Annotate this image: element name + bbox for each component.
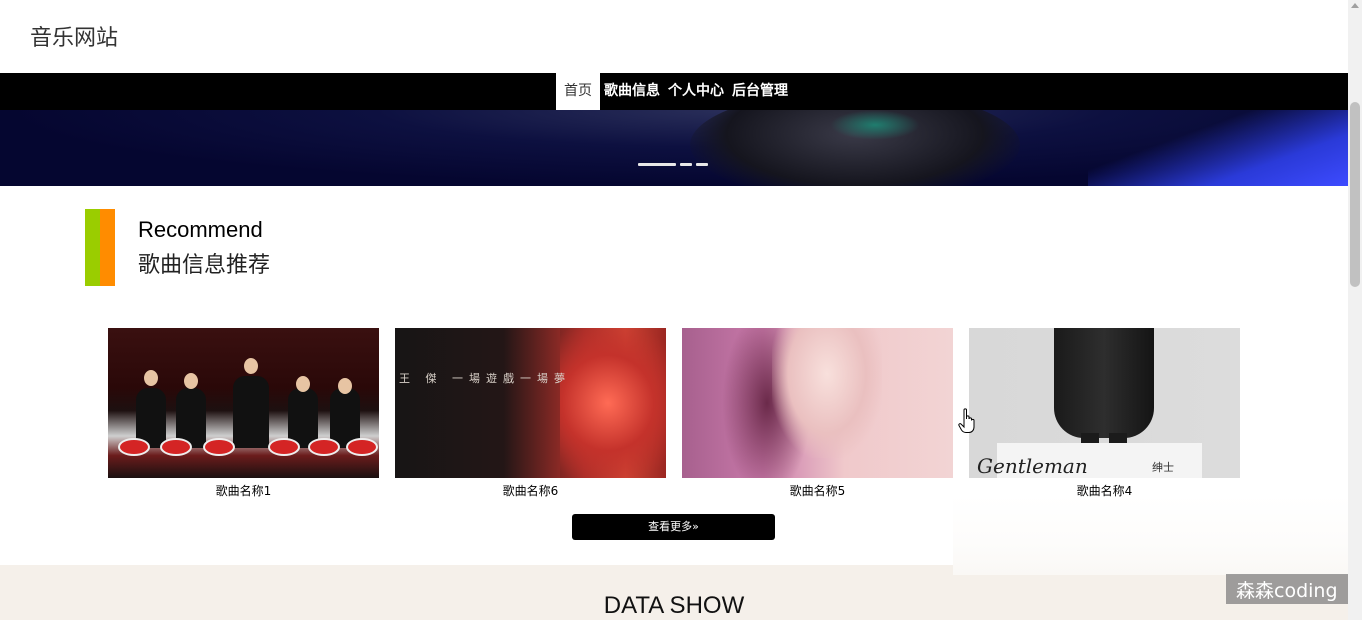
song-title[interactable]: 歌曲名称1	[108, 483, 379, 499]
watermark: 森森coding	[1226, 574, 1352, 604]
cover-text: Gentleman	[977, 454, 1088, 478]
scrollbar-thumb[interactable]	[1350, 102, 1360, 287]
hero-banner[interactable]	[0, 110, 1348, 186]
cover-text: 王 傑 一場遊戲一場夢	[399, 372, 571, 385]
nav-item-admin[interactable]: 后台管理	[728, 73, 792, 110]
recommend-title-cn: 歌曲信息推荐	[138, 253, 271, 278]
page: 音乐网站 首页 歌曲信息 个人中心 后台管理 Recommend 歌曲信息推荐	[0, 0, 1362, 620]
song-card[interactable]: 歌曲名称5	[682, 328, 953, 499]
main-nav: 首页 歌曲信息 个人中心 后台管理	[0, 73, 1348, 110]
carousel-indicators	[638, 163, 708, 166]
song-title[interactable]: 歌曲名称6	[395, 483, 666, 499]
heading-accent-orange	[100, 209, 115, 286]
recommend-title-en: Recommend	[138, 217, 263, 242]
banner-light-glow	[1088, 110, 1348, 186]
song-card[interactable]: 王 傑 一場遊戲一場夢 歌曲名称6	[395, 328, 666, 499]
song-title[interactable]: 歌曲名称5	[682, 483, 953, 499]
carousel-dot-1[interactable]	[638, 163, 676, 166]
site-title[interactable]: 音乐网站	[30, 20, 118, 52]
song-cover-image[interactable]: 王 傑 一場遊戲一場夢	[395, 328, 666, 478]
song-cover-image[interactable]	[108, 328, 379, 478]
song-card[interactable]: 歌曲名称1	[108, 328, 379, 499]
data-show-title: DATA SHOW	[603, 592, 745, 619]
carousel-dot-3[interactable]	[696, 163, 708, 166]
scroll-up-arrow-icon[interactable]	[1351, 3, 1359, 8]
song-cover-image[interactable]	[682, 328, 953, 478]
nav-item-home[interactable]: 首页	[556, 73, 600, 110]
vertical-scrollbar[interactable]	[1348, 0, 1362, 620]
cover-stamp: 绅士	[1152, 461, 1174, 474]
overlay-fade	[953, 495, 1348, 575]
site-header: 音乐网站	[0, 0, 1348, 73]
song-card[interactable]: Gentleman 绅士 歌曲名称4	[969, 328, 1240, 499]
nav-item-songs[interactable]: 歌曲信息	[600, 73, 664, 110]
heading-accent-green	[85, 209, 100, 286]
banner-image-accent	[830, 110, 920, 140]
carousel-dot-2[interactable]	[680, 163, 692, 166]
nav-item-profile[interactable]: 个人中心	[664, 73, 728, 110]
view-more-button[interactable]: 查看更多»	[572, 514, 775, 540]
song-cover-image[interactable]: Gentleman 绅士	[969, 328, 1240, 478]
hand-cursor-icon	[958, 408, 975, 433]
